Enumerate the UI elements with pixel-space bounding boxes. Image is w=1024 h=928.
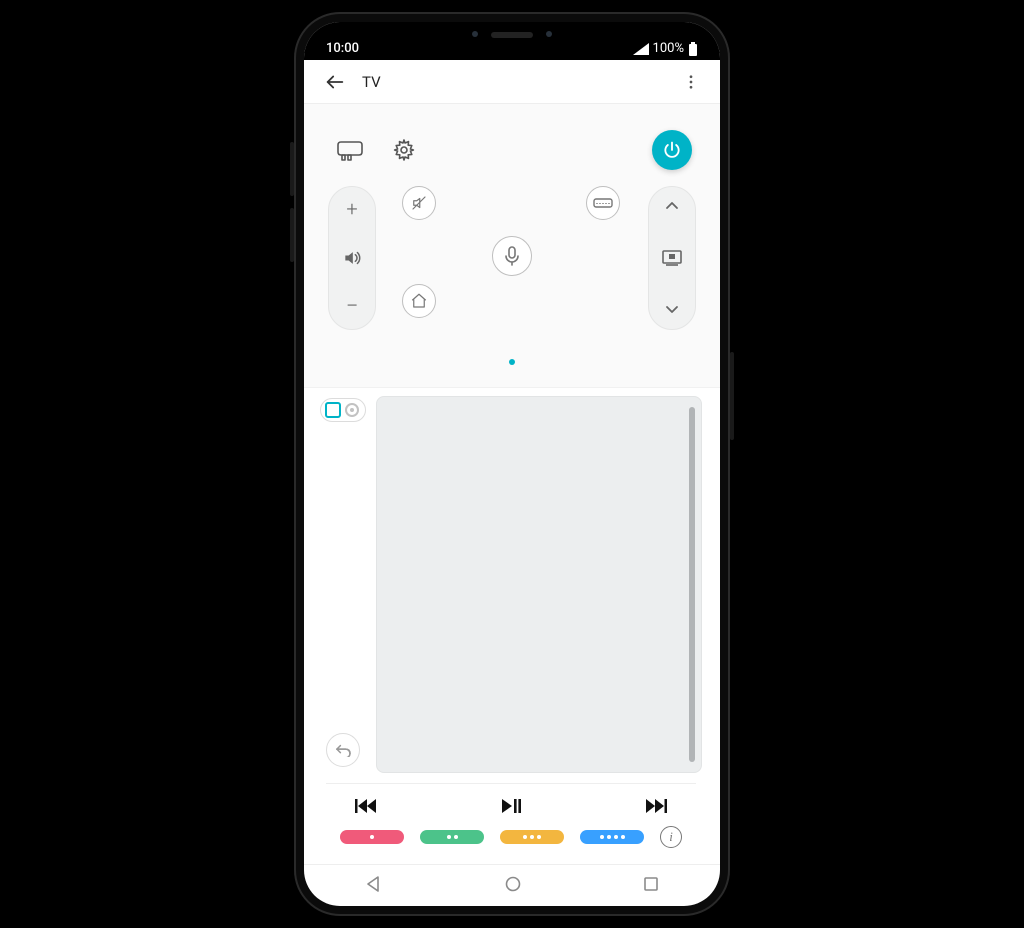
battery-icon [688, 42, 698, 56]
trackpad-scrollbar[interactable] [689, 407, 695, 762]
play-pause-button[interactable] [491, 798, 531, 814]
channel-down-button[interactable] [664, 300, 680, 319]
yellow-button[interactable] [500, 830, 564, 844]
info-button[interactable]: i [660, 826, 682, 848]
channel-up-button[interactable] [664, 197, 680, 216]
skip-previous-icon [355, 798, 377, 814]
channel-rocker [648, 186, 696, 330]
battery-percent: 100% [653, 41, 684, 56]
mute-icon [410, 194, 428, 212]
nav-back-icon [365, 875, 383, 893]
screen: 10:00 100% TV [304, 22, 720, 906]
gear-icon [392, 138, 416, 162]
back-button[interactable] [318, 65, 352, 99]
power-button[interactable] [652, 130, 692, 170]
input-icon [336, 139, 364, 161]
source-icon [593, 196, 613, 210]
signal-icon [633, 43, 649, 55]
settings-button[interactable] [388, 134, 420, 166]
return-icon [334, 743, 352, 757]
status-time: 10:00 [326, 41, 359, 56]
more-menu-button[interactable] [674, 65, 708, 99]
nav-recent-icon [643, 876, 659, 892]
volume-down-button[interactable]: − [346, 294, 359, 319]
pointer-mode-icon [345, 403, 359, 417]
chevron-up-icon [664, 200, 680, 212]
system-nav-bar [304, 864, 720, 906]
volume-up-button[interactable]: + [346, 197, 357, 221]
app-header: TV [304, 60, 720, 104]
touchpad-section: i [304, 388, 720, 864]
color-buttons-row: i [320, 822, 702, 858]
guide-icon [661, 249, 683, 267]
skip-next-icon [645, 798, 667, 814]
chevron-down-icon [664, 303, 680, 315]
nav-home-icon [504, 875, 522, 893]
nav-home-button[interactable] [504, 875, 522, 897]
return-button[interactable] [326, 733, 360, 767]
volume-rocker: + − [328, 186, 376, 330]
home-button[interactable] [402, 284, 436, 318]
touchpad-mode-icon [325, 402, 341, 418]
page-indicator [328, 336, 696, 379]
nav-recent-button[interactable] [643, 876, 659, 896]
green-button[interactable] [420, 830, 484, 844]
trackpad[interactable] [376, 396, 702, 773]
next-button[interactable] [636, 798, 676, 814]
blue-button[interactable] [580, 830, 644, 844]
play-pause-icon [501, 798, 521, 814]
page-title: TV [362, 73, 381, 91]
home-icon [410, 292, 428, 310]
input-button[interactable] [334, 134, 366, 166]
nav-back-button[interactable] [365, 875, 383, 897]
mic-button[interactable] [492, 236, 532, 276]
mute-button[interactable] [402, 186, 436, 220]
back-arrow-icon [324, 71, 346, 93]
more-menu-icon [682, 73, 700, 91]
power-icon [662, 140, 682, 160]
previous-button[interactable] [346, 798, 386, 814]
status-right: 100% [633, 41, 698, 56]
red-button[interactable] [340, 830, 404, 844]
phone-frame: 10:00 100% TV [294, 12, 730, 916]
touchpad-mode-toggle[interactable] [320, 398, 366, 422]
status-bar: 10:00 100% [304, 22, 720, 60]
source-button[interactable] [586, 186, 620, 220]
info-icon: i [669, 829, 673, 845]
volume-icon [342, 248, 362, 268]
mic-icon [504, 246, 520, 266]
remote-controls-panel: + − [304, 104, 720, 388]
playback-controls [320, 784, 702, 822]
